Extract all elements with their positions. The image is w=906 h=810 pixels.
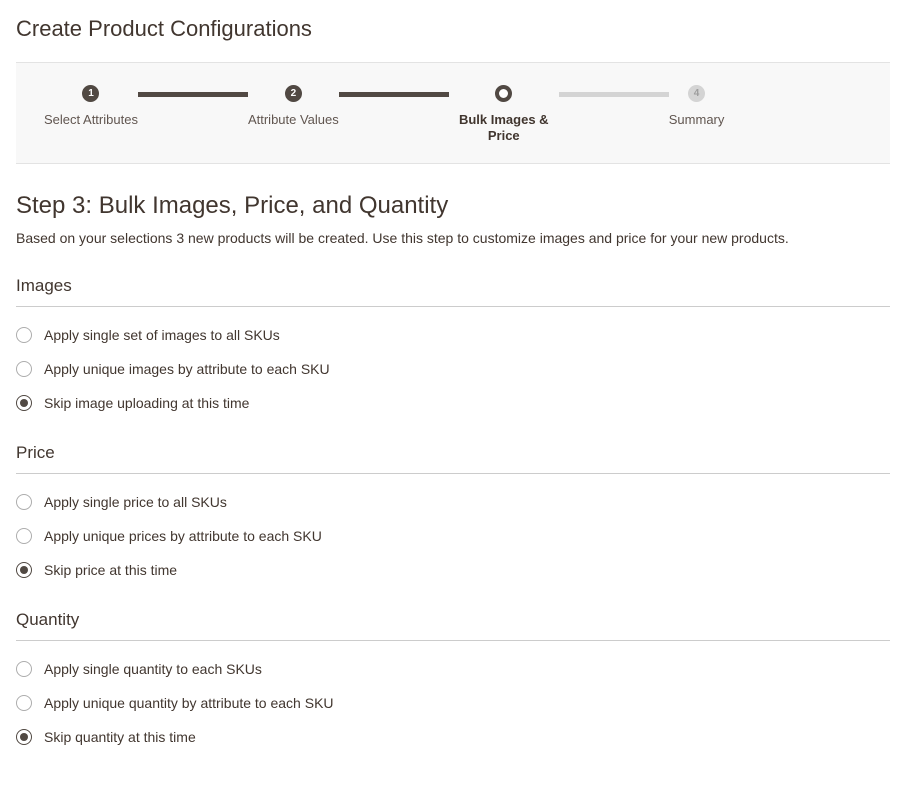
stepper: 1 Select Attributes 2 Attribute Values B… xyxy=(16,85,890,145)
step-heading: Step 3: Bulk Images, Price, and Quantity xyxy=(16,192,890,220)
step-1[interactable]: 1 Select Attributes xyxy=(44,85,138,128)
radio-label: Apply single quantity to each SKUs xyxy=(44,661,262,677)
page-title: Create Product Configurations xyxy=(16,16,890,42)
step-dot xyxy=(495,85,512,102)
section-title-price: Price xyxy=(16,443,890,474)
step-label: Bulk Images & Price xyxy=(449,112,559,145)
step-description: Based on your selections 3 new products … xyxy=(16,230,890,246)
price-option-unique[interactable]: Apply unique prices by attribute to each… xyxy=(16,528,890,544)
radio-label: Apply unique quantity by attribute to ea… xyxy=(44,695,334,711)
radio-label: Apply single price to all SKUs xyxy=(44,494,227,510)
radio-icon xyxy=(16,729,32,745)
step-dot: 2 xyxy=(285,85,302,102)
step-connector xyxy=(339,92,449,97)
step-connector xyxy=(559,92,669,97)
step-label: Select Attributes xyxy=(44,112,138,128)
radio-icon xyxy=(16,695,32,711)
price-option-skip[interactable]: Skip price at this time xyxy=(16,562,890,578)
radio-label: Skip image uploading at this time xyxy=(44,395,249,411)
stepper-container: 1 Select Attributes 2 Attribute Values B… xyxy=(16,62,890,164)
radio-label: Skip quantity at this time xyxy=(44,729,196,745)
radio-icon xyxy=(16,361,32,377)
price-section: Price Apply single price to all SKUs App… xyxy=(16,443,890,578)
section-title-quantity: Quantity xyxy=(16,610,890,641)
radio-label: Skip price at this time xyxy=(44,562,177,578)
step-label: Attribute Values xyxy=(248,112,339,128)
radio-label: Apply unique prices by attribute to each… xyxy=(44,528,322,544)
quantity-option-unique[interactable]: Apply unique quantity by attribute to ea… xyxy=(16,695,890,711)
step-connector xyxy=(138,92,248,97)
step-2[interactable]: 2 Attribute Values xyxy=(248,85,339,128)
quantity-option-skip[interactable]: Skip quantity at this time xyxy=(16,729,890,745)
step-4[interactable]: 4 Summary xyxy=(669,85,725,128)
radio-icon xyxy=(16,528,32,544)
section-title-images: Images xyxy=(16,276,890,307)
step-label: Summary xyxy=(669,112,725,128)
radio-icon xyxy=(16,562,32,578)
quantity-option-single[interactable]: Apply single quantity to each SKUs xyxy=(16,661,890,677)
step-dot: 4 xyxy=(688,85,705,102)
images-option-skip[interactable]: Skip image uploading at this time xyxy=(16,395,890,411)
step-dot: 1 xyxy=(82,85,99,102)
radio-label: Apply single set of images to all SKUs xyxy=(44,327,280,343)
images-option-unique[interactable]: Apply unique images by attribute to each… xyxy=(16,361,890,377)
images-option-single[interactable]: Apply single set of images to all SKUs xyxy=(16,327,890,343)
radio-label: Apply unique images by attribute to each… xyxy=(44,361,330,377)
price-option-single[interactable]: Apply single price to all SKUs xyxy=(16,494,890,510)
radio-icon xyxy=(16,494,32,510)
images-section: Images Apply single set of images to all… xyxy=(16,276,890,411)
step-3[interactable]: Bulk Images & Price xyxy=(449,85,559,145)
radio-icon xyxy=(16,327,32,343)
radio-icon xyxy=(16,661,32,677)
quantity-section: Quantity Apply single quantity to each S… xyxy=(16,610,890,745)
radio-icon xyxy=(16,395,32,411)
